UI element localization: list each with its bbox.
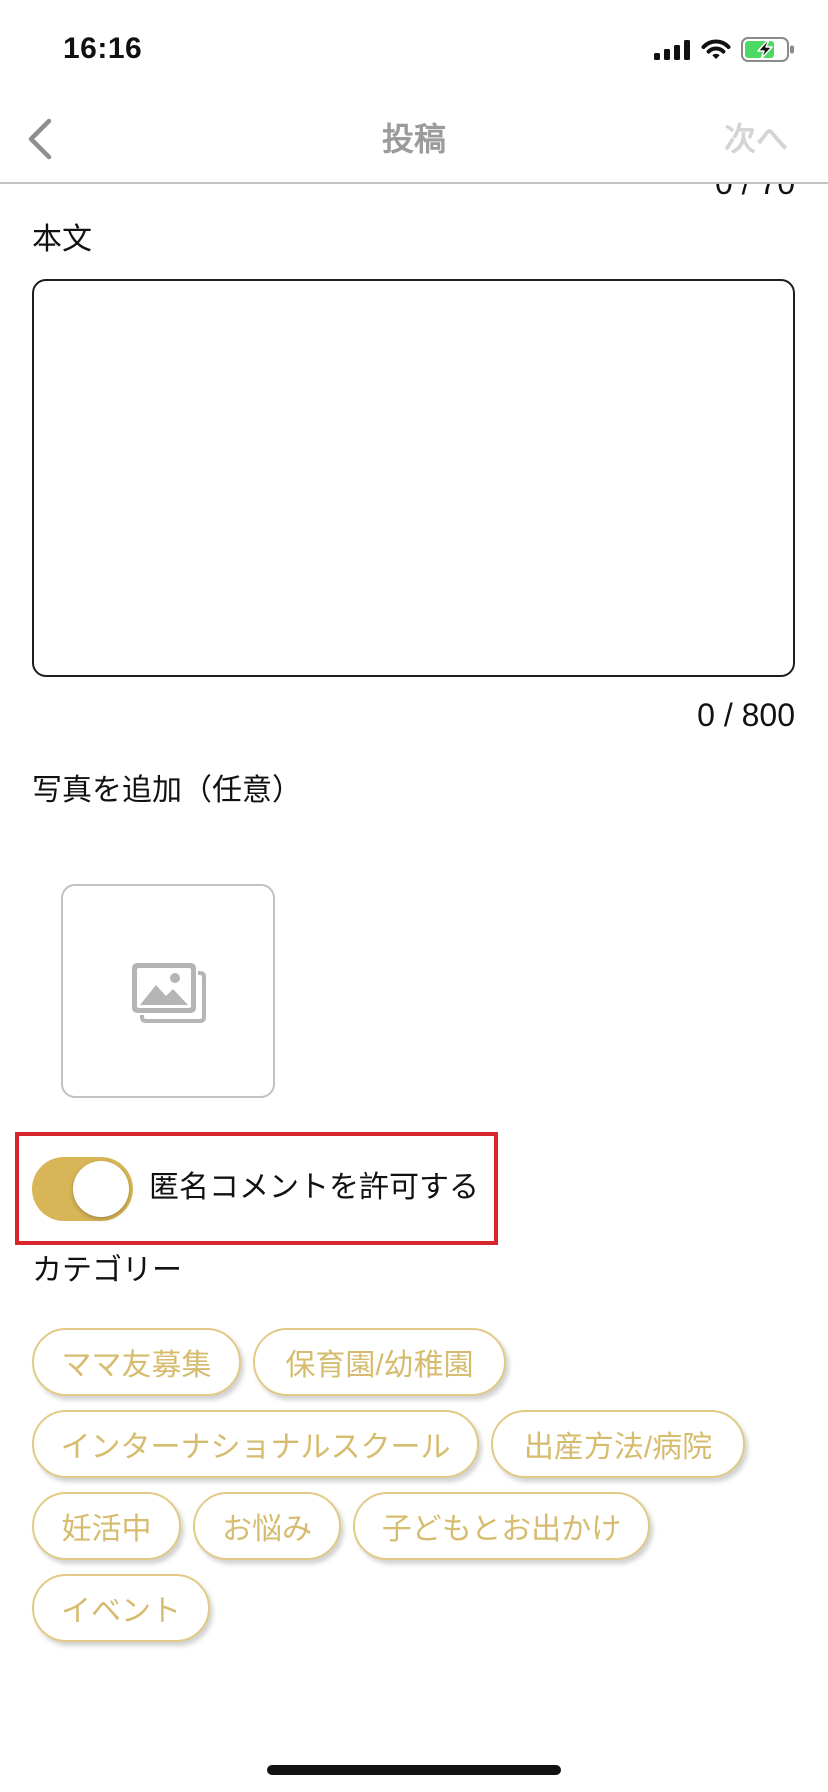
- category-chip[interactable]: 保育園/幼稚園: [253, 1328, 506, 1396]
- category-label: カテゴリー: [32, 1254, 182, 1287]
- body-textarea[interactable]: [32, 279, 795, 677]
- anonymous-comment-label: 匿名コメントを許可する: [149, 1171, 479, 1204]
- wifi-icon: [701, 39, 731, 59]
- category-chip[interactable]: 出産方法/病院: [491, 1410, 745, 1478]
- image-icon: [132, 963, 206, 1023]
- anonymous-comment-toggle[interactable]: [32, 1157, 133, 1221]
- category-chip[interactable]: 子どもとお出かけ: [353, 1492, 650, 1560]
- body-char-counter: 0 / 800: [697, 697, 795, 733]
- add-photo-button[interactable]: [61, 884, 275, 1098]
- body-label: 本文: [32, 223, 92, 256]
- category-chip[interactable]: お悩み: [193, 1492, 341, 1560]
- cellular-signal-icon: [654, 40, 690, 60]
- category-chip[interactable]: ママ友募集: [32, 1328, 241, 1396]
- photo-label: 写真を追加（任意）: [32, 774, 302, 807]
- next-button[interactable]: 次へ: [724, 122, 788, 156]
- page-title: 投稿: [381, 121, 446, 157]
- status-time: 16:16: [63, 32, 143, 65]
- category-chip-list: ママ友募集 保育園/幼稚園 インターナショナルスクール 出産方法/病院 妊活中 …: [32, 1328, 795, 1642]
- category-chip[interactable]: 妊活中: [32, 1492, 181, 1560]
- category-chip[interactable]: イベント: [32, 1574, 210, 1642]
- home-indicator: [267, 1765, 561, 1775]
- top-bar: 16:16 投稿 次へ: [0, 0, 828, 184]
- battery-charging-icon: [741, 37, 794, 62]
- category-chip[interactable]: インターナショナルスクール: [32, 1410, 479, 1478]
- toggle-knob: [73, 1161, 129, 1217]
